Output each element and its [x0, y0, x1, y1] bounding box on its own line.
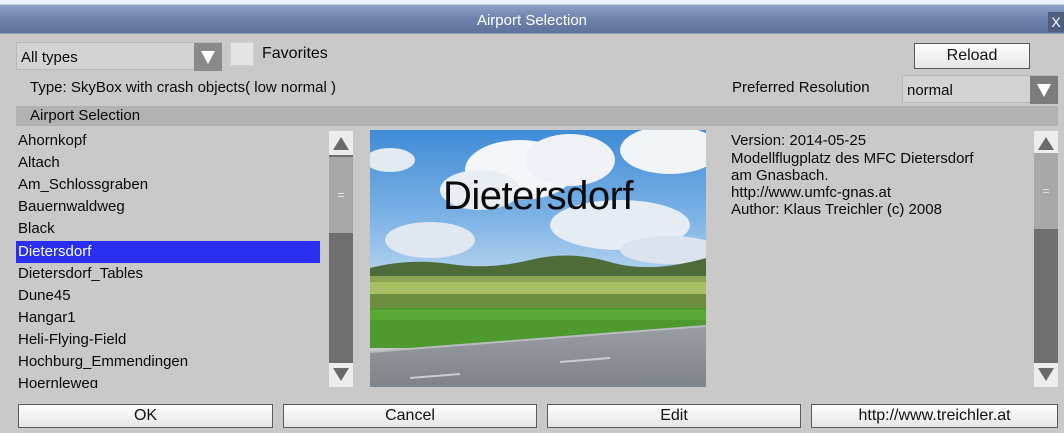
- chevron-down-icon: [1030, 76, 1058, 104]
- arrow-down-icon: [1038, 368, 1054, 381]
- scroll-down-button[interactable]: [329, 363, 353, 387]
- details-line: Modellflugplatz des MFC Dietersdorf: [731, 150, 974, 167]
- type-filter-dropdown[interactable]: All types: [16, 42, 222, 71]
- list-item[interactable]: Am_Schlossgraben: [16, 174, 320, 196]
- scroll-thumb[interactable]: =: [1034, 153, 1058, 229]
- section-title: Airport Selection: [30, 107, 141, 124]
- scroll-up-button[interactable]: [329, 131, 353, 155]
- airport-preview-image: Dietersdorf: [370, 130, 706, 387]
- list-item[interactable]: Altach: [16, 152, 320, 174]
- reload-button[interactable]: Reload: [914, 43, 1030, 69]
- website-button[interactable]: http://www.treichler.at: [811, 404, 1058, 428]
- list-item[interactable]: Bauernwaldweg: [16, 196, 320, 218]
- scroll-up-button[interactable]: [1034, 131, 1058, 155]
- list-item[interactable]: Hochburg_Emmendingen: [16, 351, 320, 373]
- close-button[interactable]: X: [1048, 12, 1064, 32]
- resolution-value: normal: [907, 82, 953, 99]
- list-item[interactable]: Heli-Flying-Field: [16, 329, 320, 351]
- list-item[interactable]: Dune45: [16, 285, 320, 307]
- arrow-up-icon: [1038, 137, 1054, 150]
- list-item-selected[interactable]: Dietersdorf: [16, 241, 320, 263]
- preview-caption: Dietersdorf: [442, 174, 634, 218]
- chevron-down-icon: [194, 43, 222, 71]
- list-item[interactable]: Dietersdorf_Tables: [16, 263, 320, 285]
- window-title: Airport Selection: [476, 12, 588, 29]
- close-icon: X: [1051, 14, 1061, 30]
- list-item[interactable]: Black: [16, 218, 320, 240]
- details-line: am Gnasbach.: [731, 167, 829, 184]
- preferred-resolution-label: Preferred Resolution: [732, 79, 870, 96]
- type-filter-value: All types: [21, 49, 78, 66]
- favorites-checkbox[interactable]: [230, 42, 254, 66]
- type-info: Type: SkyBox with crash objects( low nor…: [30, 79, 336, 96]
- scroll-down-button[interactable]: [1034, 363, 1058, 387]
- details-author: Author: Klaus Treichler (c) 2008: [731, 201, 942, 218]
- resolution-dropdown[interactable]: normal: [902, 75, 1058, 104]
- airport-list[interactable]: Ahornkopf Altach Am_Schlossgraben Bauern…: [0, 130, 330, 388]
- list-item[interactable]: Hoernleweg: [16, 373, 320, 388]
- ok-button[interactable]: OK: [18, 404, 273, 428]
- arrow-up-icon: [333, 137, 349, 150]
- section-header: Airport Selection: [16, 106, 1058, 126]
- details-version: Version: 2014-05-25: [731, 132, 867, 149]
- edit-button[interactable]: Edit: [547, 404, 801, 428]
- arrow-down-icon: [333, 368, 349, 381]
- details-url: http://www.umfc-gnas.at: [731, 184, 892, 201]
- cancel-button[interactable]: Cancel: [283, 404, 537, 428]
- scroll-thumb[interactable]: =: [329, 157, 353, 233]
- list-item[interactable]: Ahornkopf: [16, 130, 320, 152]
- favorites-label: Favorites: [262, 45, 328, 62]
- list-item[interactable]: Hangar1: [16, 307, 320, 329]
